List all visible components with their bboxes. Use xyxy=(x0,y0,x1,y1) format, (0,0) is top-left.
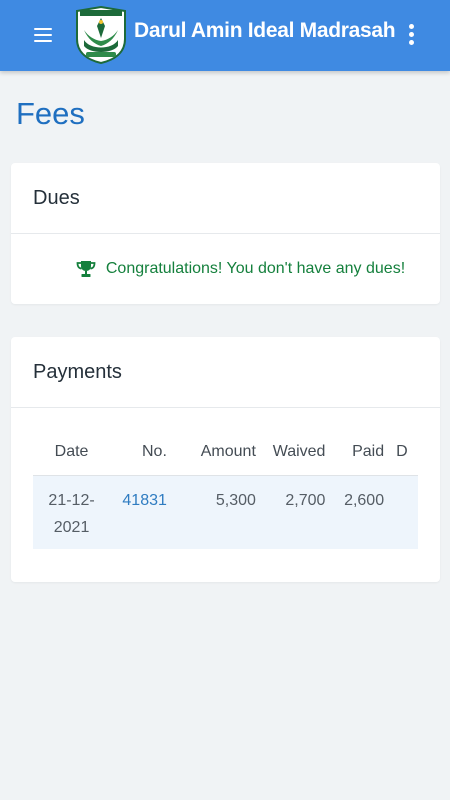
payment-due xyxy=(390,475,418,549)
more-vertical-icon[interactable] xyxy=(402,24,422,46)
column-header-date: Date xyxy=(54,442,89,460)
payment-date: 21-12- 2021 xyxy=(33,475,111,549)
payments-table: Date No. Amount Waived Paid D 21-12- 202… xyxy=(33,429,418,549)
trophy-icon xyxy=(76,260,96,277)
madrasah-logo xyxy=(74,5,128,65)
column-header-no: No. xyxy=(142,442,167,460)
column-header-due: D xyxy=(396,442,408,460)
payments-table-scroll[interactable]: Date No. Amount Waived Paid D 21-12- 202… xyxy=(33,429,418,549)
payment-receipt-no: 41831 xyxy=(110,475,173,549)
no-dues-message: Congratulations! You don't have any dues… xyxy=(11,234,440,303)
payments-table-header-row: Date No. Amount Waived Paid D xyxy=(33,429,418,475)
app-bar: Darul Amin Ideal Madrasah xyxy=(0,0,450,71)
payments-card-header: Payments xyxy=(11,337,440,408)
no-dues-text: Congratulations! You don't have any dues… xyxy=(105,259,406,277)
payment-date-line1: 21-12- xyxy=(48,491,95,509)
payment-paid: 2,600 xyxy=(331,475,391,549)
column-header-paid: Paid xyxy=(352,442,385,460)
dues-card: Dues Congratulations! You don't have any… xyxy=(11,163,440,304)
hamburger-menu-icon[interactable] xyxy=(33,26,53,44)
app-title: Darul Amin Ideal Madrasah xyxy=(134,19,396,42)
column-header-waived: Waived xyxy=(272,442,326,460)
payment-waived: 2,700 xyxy=(261,475,332,549)
receipt-number-link[interactable]: 41831 xyxy=(122,492,167,509)
payment-amount: 5,300 xyxy=(172,475,262,549)
table-row: 21-12- 2021 41831 5,300 2,700 2,600 xyxy=(33,475,418,549)
payments-card: Payments Date No. Amount Waived Paid D 2… xyxy=(11,337,440,582)
page-title: Fees xyxy=(16,96,85,131)
column-header-amount: Amount xyxy=(200,442,256,460)
dues-card-header: Dues xyxy=(11,163,440,234)
payment-date-line2: 2021 xyxy=(53,518,90,536)
